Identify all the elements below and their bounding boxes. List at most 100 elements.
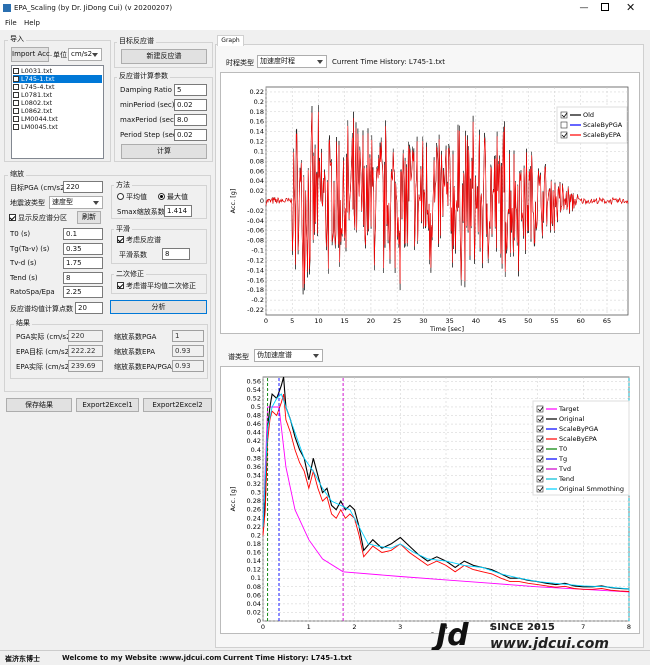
- file-item[interactable]: LM0045.txt: [13, 123, 102, 131]
- y-tick-label: 0.18: [250, 108, 264, 116]
- smooth-coef-input[interactable]: 8: [162, 248, 190, 260]
- calc-param-input[interactable]: 5: [174, 84, 207, 96]
- file-name: L0802.txt: [21, 99, 53, 107]
- x-tick-label: 35: [445, 317, 453, 325]
- y-tick-label: -0.16: [247, 276, 264, 284]
- y-tick-label: 0.12: [247, 566, 261, 574]
- show-zones-check[interactable]: 显示反应谱分区: [9, 213, 67, 223]
- scale-title: 缩放: [8, 169, 26, 179]
- scale-param-input[interactable]: 2.25: [63, 286, 103, 298]
- second-check[interactable]: 考虑谱平均值二次修正: [117, 281, 196, 291]
- history-type-select[interactable]: 加速度时程: [257, 55, 327, 68]
- smooth-check[interactable]: 考虑反应谱: [117, 235, 161, 245]
- status-welcome: Welcome to my Website :: [62, 654, 163, 662]
- file-item[interactable]: LM0044.txt: [13, 115, 102, 123]
- y-tick-label: 0.12: [250, 138, 264, 146]
- export-excel2-button[interactable]: Export2Excel2: [143, 398, 212, 412]
- x-tick-label: 0: [264, 317, 268, 325]
- menu-help[interactable]: Help: [24, 19, 40, 27]
- checkbox-icon: [13, 116, 19, 122]
- calculate-button[interactable]: 计算: [121, 144, 207, 159]
- max-label: 最大值: [167, 193, 188, 201]
- smooth-check-label: 考虑反应谱: [126, 236, 161, 244]
- y-tick-label: 0.14: [250, 128, 264, 136]
- tab-graph[interactable]: Graph: [217, 35, 244, 46]
- checkbox-icon: [13, 76, 19, 82]
- y-tick-label: 0.4: [251, 446, 261, 454]
- file-item[interactable]: L0781.txt: [13, 91, 102, 99]
- result-label: 缩放系数PGA: [114, 333, 157, 341]
- scale-param-input[interactable]: 1.75: [63, 257, 103, 269]
- result-value: 0.93: [172, 345, 204, 357]
- scale-param-label: Tend (s): [10, 273, 38, 282]
- checkbox-icon: [13, 124, 19, 130]
- scale-param-input[interactable]: 8: [63, 271, 103, 284]
- checkbox-icon: [13, 68, 19, 74]
- calc-param-input[interactable]: 8.0: [174, 114, 207, 126]
- maximize-icon[interactable]: [601, 3, 609, 11]
- x-tick-label: 3: [398, 623, 402, 631]
- title-bar: EPA_Scaling (by Dr. JiDong Cui) (v 20200…: [0, 0, 650, 17]
- quake-type-label: 地震波类型: [10, 199, 45, 207]
- pga-input[interactable]: 220: [63, 181, 103, 193]
- smax-input[interactable]: 1.414: [164, 205, 192, 217]
- x-tick-label: 7: [581, 623, 585, 631]
- legend-label: ScaleByPGA: [583, 121, 623, 129]
- checkbox-icon: [13, 84, 19, 90]
- new-spectrum-button[interactable]: 新建反应谱: [121, 49, 207, 64]
- calc-param-input[interactable]: 0.02: [174, 129, 207, 141]
- scale-param-input[interactable]: 0.35: [63, 242, 103, 255]
- save-results-button[interactable]: 保存结果: [6, 398, 72, 412]
- y-tick-label: 0: [260, 197, 264, 205]
- scale-param-label: Tg(Ta-v) (s): [10, 244, 50, 253]
- results-title: 结果: [14, 318, 32, 328]
- y-tick-label: 0.08: [247, 583, 261, 591]
- y-tick-label: 0.04: [247, 600, 261, 608]
- points-input[interactable]: 20: [75, 302, 103, 314]
- file-item[interactable]: L745-4.txt: [13, 83, 102, 91]
- y-tick-label: -0.12: [247, 256, 264, 264]
- scale-param-label: T0 (s): [10, 230, 31, 238]
- scale-param-input[interactable]: 0.1: [63, 228, 103, 240]
- y-tick-label: 0.06: [247, 591, 261, 599]
- y-tick-label: -0.18: [247, 286, 264, 294]
- file-item[interactable]: L0802.txt: [13, 99, 102, 107]
- second-check-label: 考虑谱平均值二次修正: [126, 282, 196, 290]
- file-item[interactable]: L0862.txt: [13, 107, 102, 115]
- import-acc-button[interactable]: Import Acc.: [11, 47, 52, 62]
- show-zones-label: 显示反应谱分区: [18, 214, 67, 222]
- legend-label: ScaleByPGA: [559, 425, 599, 433]
- file-item[interactable]: L745-1.txt: [13, 75, 102, 83]
- calc-param-input[interactable]: 0.02: [174, 99, 207, 111]
- x-tick-label: 0: [261, 623, 265, 631]
- status-current: Current Time History: L745-1.txt: [223, 654, 352, 662]
- quake-type-select[interactable]: 速度型: [49, 196, 103, 209]
- result-value: 239.69: [68, 360, 103, 372]
- x-tick-label: 50: [524, 317, 532, 325]
- result-label: PGA实际 (cm/s2): [16, 333, 74, 341]
- close-icon[interactable]: ✕: [626, 1, 635, 14]
- smax-label: Smax缩放系数: [117, 208, 165, 216]
- file-item[interactable]: L0031.txt: [13, 67, 102, 75]
- legend-label: Original Smmothing: [559, 485, 624, 493]
- legend-label: ScaleByEPA: [583, 131, 621, 139]
- menu-file[interactable]: File: [5, 19, 17, 27]
- refresh-button[interactable]: 刷新: [77, 211, 101, 224]
- current-history: Current Time History: L745-1.txt: [332, 58, 445, 66]
- y-axis-label: Acc. [g]: [229, 487, 237, 512]
- minimize-icon[interactable]: —: [578, 3, 590, 13]
- analyze-button[interactable]: 分析: [110, 300, 207, 314]
- unit-select[interactable]: cm/s2: [68, 48, 102, 61]
- avg-radio[interactable]: 平均值: [117, 192, 147, 202]
- status-author: 崔济东博士: [5, 655, 40, 663]
- max-radio[interactable]: 最大值: [158, 192, 188, 202]
- y-tick-label: 0.04: [250, 177, 264, 185]
- export-excel1-button[interactable]: Export2Excel1: [76, 398, 139, 412]
- y-tick-label: 0.16: [247, 549, 261, 557]
- import-title: 导入: [8, 34, 26, 44]
- x-tick-label: 15: [341, 317, 349, 325]
- x-tick-label: 5: [290, 317, 294, 325]
- spectrum-type-select[interactable]: 伪加速度谱: [254, 349, 323, 362]
- y-tick-label: 0: [257, 617, 261, 625]
- y-tick-label: 0.56: [247, 377, 261, 385]
